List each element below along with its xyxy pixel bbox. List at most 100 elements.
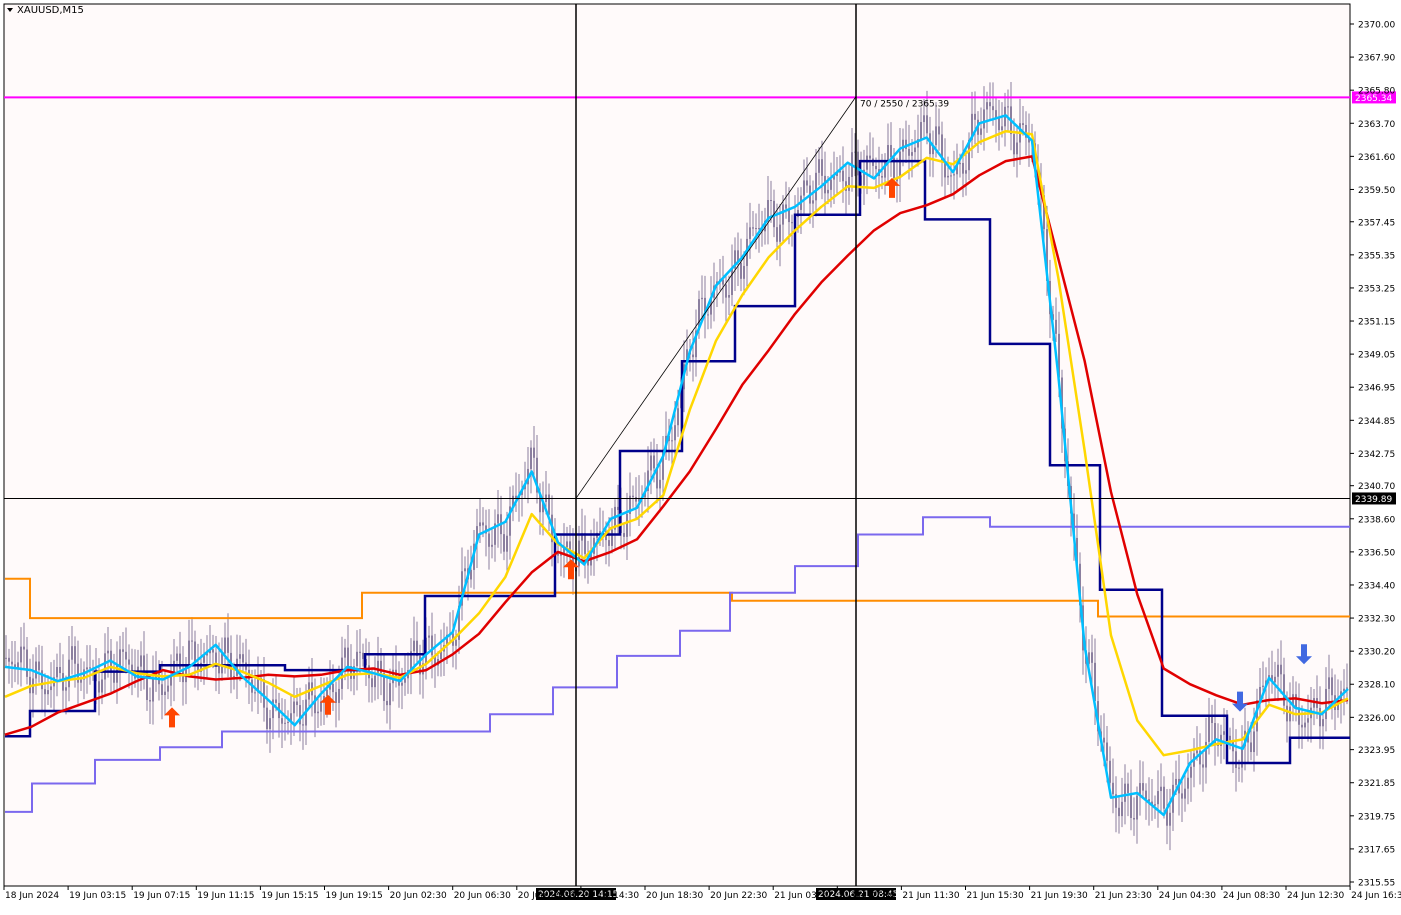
candle-body (71, 646, 73, 660)
candle-body (1190, 766, 1192, 778)
candle-body (890, 145, 892, 158)
candle-body (992, 106, 994, 111)
candle-body (11, 661, 13, 665)
candle-body (1322, 719, 1324, 727)
x-tick-label: 20 Jun 06:30 (454, 891, 511, 901)
candle-body (530, 447, 532, 469)
candle-body (1133, 817, 1135, 820)
y-tick-label: 2359.50 (1358, 186, 1395, 196)
candle-body (1328, 677, 1330, 689)
y-tick-label: 2363.70 (1358, 120, 1395, 130)
candle-body (887, 145, 889, 161)
candle-body (1250, 742, 1252, 753)
candle-body (920, 122, 922, 140)
candle-body (491, 544, 493, 547)
price-chart: 2365.342339.89 2024.06.20 14:15 2024.06.2… (0, 0, 1401, 911)
x-tick-label: 21 Jun 15:30 (967, 891, 1024, 901)
candle-body (176, 653, 178, 661)
candle-body (20, 646, 22, 663)
candle-body (314, 695, 316, 714)
candle-body (1283, 674, 1285, 706)
candle-body (989, 102, 991, 107)
y-tick-label: 2323.95 (1358, 746, 1395, 756)
y-tick-label: 2370.00 (1358, 21, 1395, 31)
candle-body (974, 113, 976, 120)
candle-body (731, 268, 733, 295)
y-tick-label: 2338.60 (1358, 515, 1395, 525)
candle-body (320, 701, 322, 712)
candle-body (1103, 737, 1105, 743)
plot-area (3, 3, 1351, 887)
candle-body (758, 228, 760, 230)
candle-body (983, 109, 985, 129)
candle-body (233, 675, 235, 678)
candle-body (65, 687, 67, 691)
candle-body (1022, 123, 1024, 125)
y-tick-label: 2357.45 (1358, 218, 1395, 228)
candle-body (1235, 751, 1237, 768)
candle-body (119, 649, 121, 666)
candle-body (80, 679, 82, 683)
candle-body (965, 170, 967, 174)
candle-body (725, 284, 727, 298)
candle-body (1211, 716, 1213, 724)
candle-body (980, 128, 982, 135)
candle-body (1331, 677, 1333, 696)
candle-body (926, 115, 928, 134)
price-tag: 2339.89 (1352, 492, 1396, 505)
candle-body (1016, 142, 1018, 155)
y-tick-label: 2326.00 (1358, 714, 1395, 724)
candle-body (779, 224, 781, 242)
candle-body (1124, 783, 1126, 802)
candle-body (302, 724, 304, 726)
candle-body (1274, 676, 1276, 683)
candle-body (782, 204, 784, 225)
symbol-label: XAUUSD,M15 (17, 5, 84, 16)
candle-body (428, 635, 430, 638)
candle-body (281, 718, 283, 724)
candle-body (74, 646, 76, 664)
candle-body (1130, 792, 1132, 818)
y-tick-label: 2349.05 (1358, 351, 1395, 361)
candle-body (113, 672, 115, 683)
y-tick-label: 2344.85 (1358, 417, 1395, 427)
candle-body (806, 180, 808, 186)
candle-body (44, 689, 46, 695)
price-tag-label: 2339.89 (1355, 495, 1392, 505)
candle-body (1109, 760, 1111, 783)
candle-body (548, 494, 550, 515)
candle-body (1208, 716, 1210, 742)
candle-body (224, 637, 226, 654)
y-tick-label: 2367.90 (1358, 54, 1395, 64)
trendline-label: 70 / 2550 / 2365.39 (860, 100, 949, 110)
candle-body (899, 151, 901, 179)
x-tick-label: 20 Jun 18:30 (646, 891, 703, 901)
candle-body (626, 513, 628, 537)
y-tick-label: 2355.35 (1358, 251, 1395, 261)
x-tick-label: 21 Jun 11:30 (902, 891, 959, 901)
candle-body (1118, 807, 1120, 817)
candle-body (1262, 685, 1264, 687)
candle-body (161, 684, 163, 696)
y-tick-label: 2328.10 (1358, 681, 1395, 691)
candle-body (317, 711, 319, 714)
candle-body (677, 408, 679, 426)
candle-body (68, 659, 70, 688)
candle-body (479, 522, 481, 527)
y-tick-label: 2340.70 (1358, 482, 1395, 492)
y-tick-label: 2332.30 (1358, 615, 1395, 625)
candle-body (431, 635, 433, 656)
candle-body (785, 204, 787, 209)
candle-body (332, 683, 334, 693)
x-tick-label: 24 Jun 12:30 (1287, 891, 1344, 901)
candle-body (959, 163, 961, 165)
candle-body (149, 699, 151, 702)
candle-body (1280, 664, 1282, 675)
candle-body (122, 649, 124, 652)
candle-body (362, 652, 364, 659)
candle-body (140, 655, 142, 667)
candle-body (284, 722, 286, 724)
candle-body (857, 151, 859, 176)
candle-body (269, 718, 271, 729)
candle-body (1001, 126, 1003, 131)
